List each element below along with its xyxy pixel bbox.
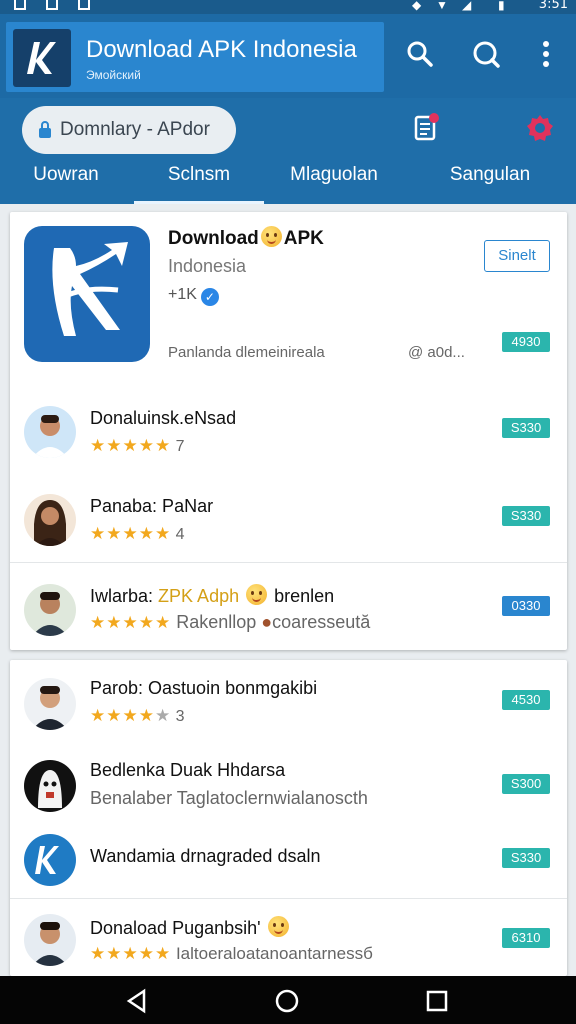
rating: ★★★★★ Ialtoeraloatanoantarnessб [90,944,373,964]
clock: 3:51 [538,0,568,12]
rating-value: 4 [175,526,185,543]
wifi-icon: ▼ [436,0,448,12]
notification-icon [46,0,58,10]
rating-star-empty: ★ [154,706,172,725]
back-icon[interactable] [124,988,150,1014]
list-item-name-part1: Iwlarba: [90,586,154,606]
featured-meta: @ a0d... [408,344,465,361]
lock-icon [38,121,52,144]
download-count-text: +1K [168,286,197,303]
list-item-name: Wandamia drnagraded dsaln [90,846,321,866]
app-title: Download APK Indonesia [86,36,357,63]
featured-subtitle: Indonesia [168,256,247,276]
price-badge[interactable]: S330 [502,848,550,868]
app-bar: Download APK Indonesia Эмойский [0,14,576,98]
rating: ★★★★★ Rakenllop ●coaresseută [90,612,371,632]
apk-logo-icon [24,834,76,886]
list-item-name: Donaload Puganbsih' [90,916,291,939]
document-icon[interactable] [412,112,442,142]
smile-emoji-icon [246,584,268,605]
notification-icon [78,0,90,10]
price-badge[interactable]: 6310 [502,928,550,948]
vibrate-icon: ◆ [412,0,422,12]
rating-stars: ★★★★★ [90,944,172,963]
list-item-name: Bedlenka Duak Hhdarsa [90,760,286,780]
tab-mlaguolan[interactable]: Mlaguolan [272,160,396,204]
list-item-subtitle: Benalaber Taglatoclernwialanoscth [90,788,368,808]
battery-icon: ▮ [498,0,505,12]
rating-stars: ★★★★ [90,706,155,725]
list-item-name: Iwlarba: ZPK Adph brenlen [90,584,334,607]
rating-value: 7 [175,438,185,455]
featured-card: Download APK Indonesia +1K ✓ Panlanda dlem… [10,212,567,650]
list-card: Parob: Oastuoin bonmgakibi ★★★★★ 3 4530 … [10,660,567,976]
notification-icon [14,0,26,10]
divider [10,898,567,899]
featured-title-part2: APK [283,228,324,249]
price-badge[interactable]: S330 [502,418,550,438]
app-logo-icon [13,29,71,87]
price-badge[interactable]: S300 [502,774,550,794]
search-text: Domnlary - APdor [60,119,210,140]
avatar [24,678,76,730]
rating-stars: ★★★★★ [90,524,172,543]
gear-icon[interactable] [524,112,556,144]
search-input[interactable]: Domnlary - APdor [22,106,236,154]
rating-extra2: coaresseută [272,612,371,632]
avatar [24,760,76,812]
recents-icon[interactable] [424,988,450,1014]
list-item-name-text: Donaload Puganbsih' [90,918,261,938]
navigation-bar [0,976,576,1024]
smile-emoji-icon [260,226,282,247]
rating-stars: ★★★★★ [90,613,172,632]
download-count: +1K ✓ [168,286,219,306]
open-button[interactable]: Sinelt [484,240,550,272]
price-badge[interactable]: 0330 [502,596,550,616]
divider [10,562,567,563]
featured-title-part1: Download [168,228,259,249]
rating-stars: ★★★★★ [90,436,172,455]
avatar [24,406,76,458]
app-subtitle: Эмойский [86,68,141,82]
rating-extra: Rakenllop [176,612,257,632]
list-item-name: Parob: Oastuoin bonmgakibi [90,678,318,698]
list-item-name: Panaba: PaNar [90,496,214,516]
tab-area: Domnlary - APdor Uowran Sclnsm Mlaguolan… [0,98,576,204]
rating: ★★★★★ 3 [90,706,185,726]
tab-sclnsm[interactable]: Sclnsm [134,160,264,204]
verified-icon: ✓ [200,288,219,306]
rating: ★★★★★ 7 [90,436,185,456]
featured-description: Panlanda dlemeinirealа [168,344,325,361]
avatar [24,914,76,966]
featured-title: Download APK [168,226,324,250]
rating: ★★★★★ 4 [90,524,185,544]
price-badge[interactable]: 4930 [502,332,550,352]
title-box: Download APK Indonesia Эмойский [6,22,384,92]
smile-emoji-icon [267,916,289,937]
price-badge[interactable]: 4530 [502,690,550,710]
list-item-name-part2: ZPK Adph [158,586,240,606]
search-icon[interactable] [402,36,438,72]
tab-sangulan[interactable]: Sangulan [430,160,550,204]
search-icon[interactable] [468,36,504,72]
signal-icon: ◢ [462,0,472,12]
apk-logo-icon[interactable] [24,226,150,362]
list-item-subtitle: Ialtoeraloatanoantarnessб [175,944,373,963]
home-icon[interactable] [274,988,300,1014]
status-bar: ◆ ▼ ◢ ▮ 3:51 [0,0,576,14]
rating-value: 3 [175,708,185,725]
more-options-icon[interactable] [528,36,564,72]
avatar [24,584,76,636]
price-badge[interactable]: S330 [502,506,550,526]
list-item-name: Donaluinsk.eNsad [90,408,237,428]
list-item-name-part3: brenlen [274,586,335,606]
tab-uowran[interactable]: Uowran [6,160,126,204]
avatar [24,494,76,546]
